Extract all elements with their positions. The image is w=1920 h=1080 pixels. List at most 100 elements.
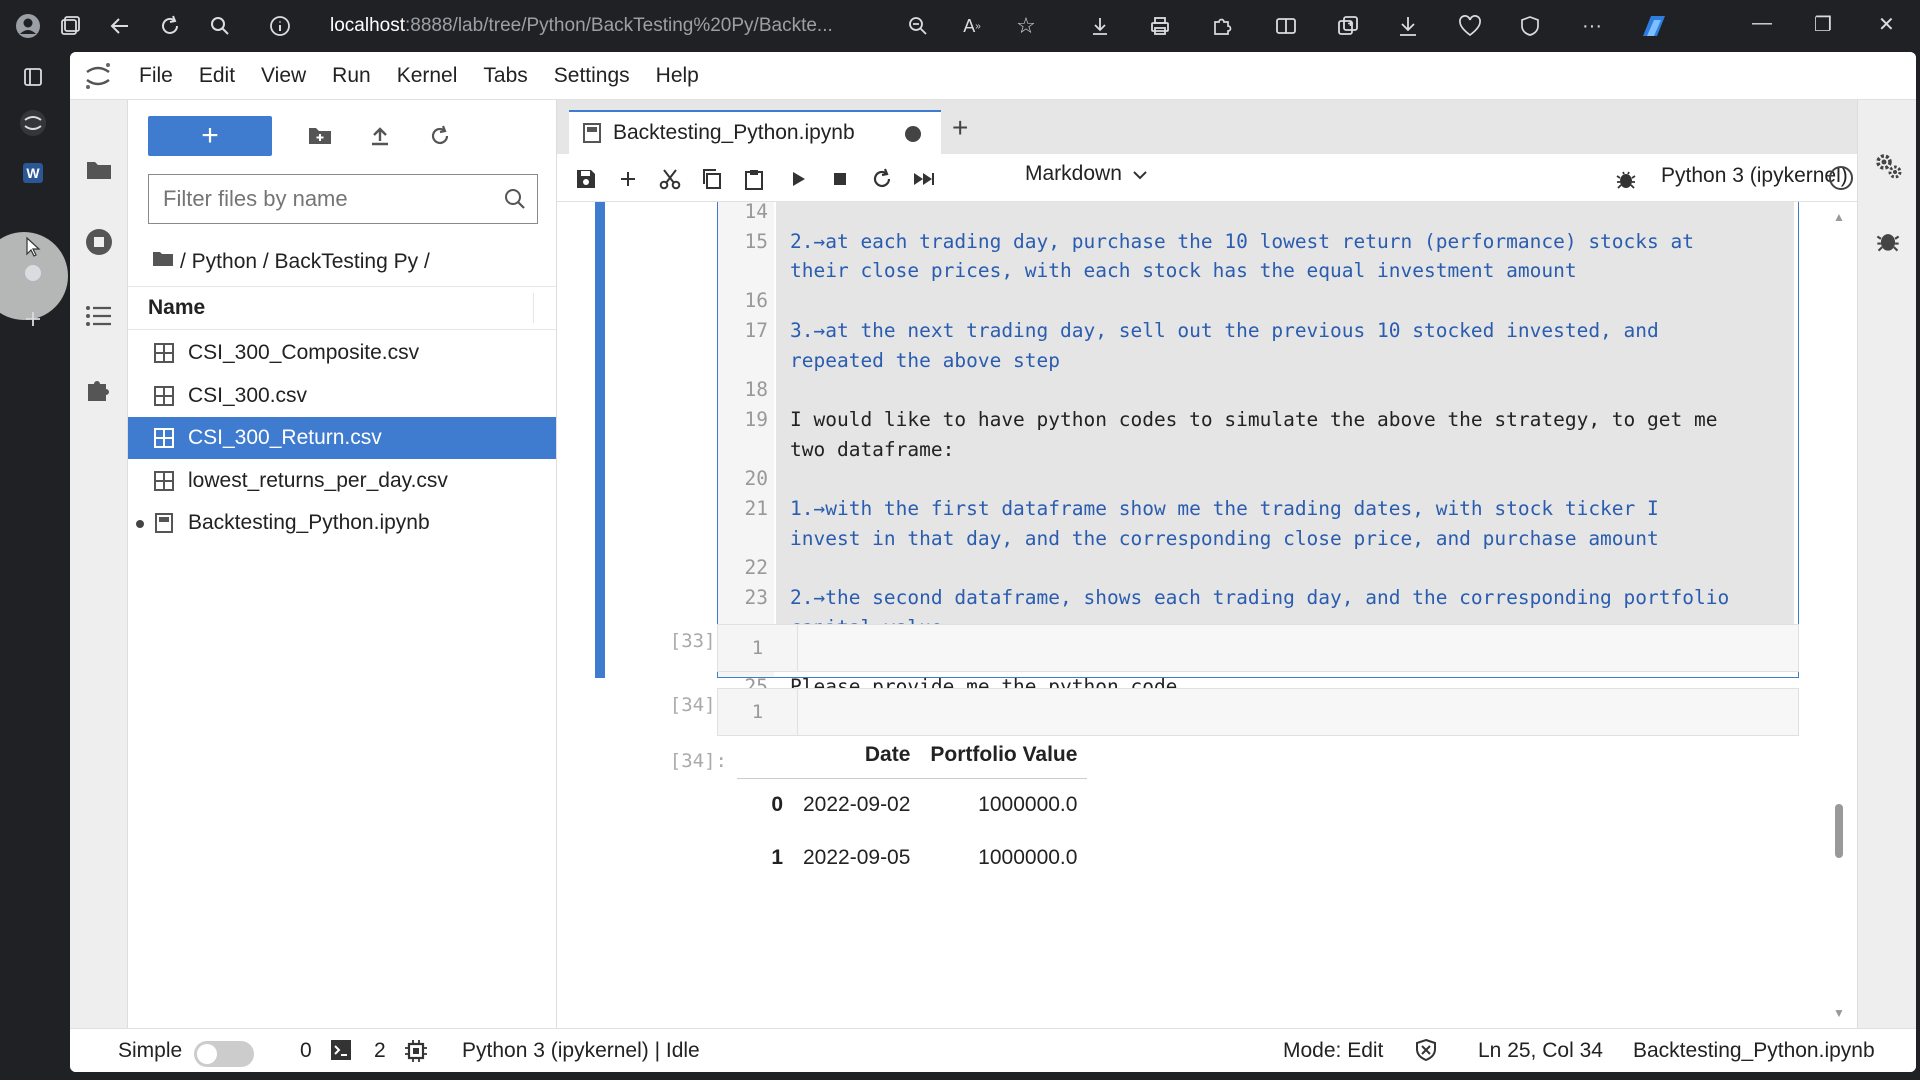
save-icon[interactable] xyxy=(571,164,601,194)
collections-icon[interactable] xyxy=(1334,12,1362,40)
menu-edit[interactable]: Edit xyxy=(186,64,248,88)
menu-kernel[interactable]: Kernel xyxy=(384,64,471,88)
split-screen-icon[interactable] xyxy=(1272,12,1300,40)
folder-icon[interactable] xyxy=(152,250,174,274)
cell-type-dropdown[interactable]: Markdown xyxy=(1025,162,1148,186)
file-row[interactable]: lowest_returns_per_day.csv xyxy=(128,460,556,502)
stop-icon[interactable] xyxy=(825,164,855,194)
file-row[interactable]: CSI_300.csv xyxy=(128,375,556,417)
extensions-puzzle-icon[interactable] xyxy=(79,370,119,410)
file-row[interactable]: CSI_300_Return.csv xyxy=(128,417,556,459)
jupyterlab-window: File Edit View Run Kernel Tabs Settings … xyxy=(70,52,1916,1072)
new-folder-icon[interactable] xyxy=(304,120,336,152)
code-cell[interactable]: 1 xyxy=(717,624,1799,672)
menu-file[interactable]: File xyxy=(126,64,186,88)
debugger-bug-icon[interactable] xyxy=(1868,220,1908,260)
line-number: 15 xyxy=(744,229,768,253)
site-info-icon[interactable] xyxy=(266,12,294,40)
table-of-contents-icon[interactable] xyxy=(79,296,119,336)
word-tab-icon[interactable]: W xyxy=(18,158,48,188)
copy-icon[interactable] xyxy=(697,164,727,194)
favorite-star-icon[interactable]: ☆ xyxy=(1012,12,1040,40)
download-icon[interactable] xyxy=(1086,12,1114,40)
scroll-down-arrow-icon[interactable]: ▼ xyxy=(1833,1006,1845,1020)
menu-settings[interactable]: Settings xyxy=(541,64,643,88)
jupyter-tab-icon[interactable] xyxy=(18,108,48,138)
refresh-icon[interactable] xyxy=(156,12,184,40)
terminal-count[interactable]: 0 xyxy=(300,1039,312,1063)
profile-avatar-icon[interactable] xyxy=(14,12,42,40)
kernel-status-text[interactable]: Python 3 (ipykernel) | Idle xyxy=(462,1039,700,1063)
editor-mode[interactable]: Mode: Edit xyxy=(1283,1039,1383,1063)
copilot-shield-icon[interactable] xyxy=(1516,12,1544,40)
vertical-tabs-icon[interactable] xyxy=(18,62,48,92)
simple-mode-toggle[interactable] xyxy=(194,1041,254,1067)
fast-forward-icon[interactable] xyxy=(909,164,939,194)
trusted-shield-icon[interactable] xyxy=(1414,1038,1438,1068)
more-menu-icon[interactable]: ··· xyxy=(1578,12,1606,40)
kernel-chip-icon[interactable] xyxy=(404,1039,428,1069)
run-icon[interactable] xyxy=(783,164,813,194)
name-column-label: Name xyxy=(148,296,206,319)
workspaces-icon[interactable] xyxy=(56,12,84,40)
code-cell[interactable]: 1 xyxy=(717,688,1799,736)
menu-view[interactable]: View xyxy=(248,64,319,88)
menu-help[interactable]: Help xyxy=(643,64,712,88)
read-aloud-icon[interactable]: A» xyxy=(958,12,986,40)
file-row[interactable]: CSI_300_Composite.csv xyxy=(128,332,556,374)
table-row: 1 2022-09-05 1000000.0 xyxy=(737,831,1087,884)
address-bar[interactable]: localhost:8888/lab/tree/Python/BackTesti… xyxy=(330,10,890,42)
markdown-cell-editor[interactable]: 14 15 2.→at each trading day, purchase the… xyxy=(717,202,1799,698)
print-icon[interactable] xyxy=(1146,12,1174,40)
name-column-header[interactable]: Name xyxy=(128,286,556,330)
kernel-status-icon[interactable] xyxy=(1829,166,1853,190)
browser-essentials-icon[interactable] xyxy=(1456,12,1484,40)
close-icon[interactable]: ✕ xyxy=(1878,12,1895,37)
active-cell-indicator[interactable] xyxy=(595,202,605,678)
scroll-thumb[interactable] xyxy=(1835,804,1843,858)
property-inspector-gears-icon[interactable] xyxy=(1868,146,1908,186)
date-cell: 2022-09-05 xyxy=(803,845,911,869)
kernel-count[interactable]: 2 xyxy=(374,1039,386,1063)
cut-icon[interactable] xyxy=(655,164,685,194)
line-number: 14 xyxy=(744,202,768,223)
new-tab-button[interactable]: + xyxy=(952,112,968,144)
copilot-icon[interactable] xyxy=(1636,12,1672,40)
zoom-icon[interactable] xyxy=(904,12,932,40)
menu-run[interactable]: Run xyxy=(319,64,384,88)
add-tab-icon[interactable] xyxy=(18,304,48,334)
downloads-icon[interactable] xyxy=(1394,12,1422,40)
github-tab-icon[interactable] xyxy=(18,258,48,288)
line-text: 2.→at each trading day, purchase the 10 … xyxy=(790,229,1694,253)
column-divider[interactable] xyxy=(533,293,534,323)
insert-cell-icon[interactable] xyxy=(613,164,643,194)
restart-icon[interactable] xyxy=(867,164,897,194)
search-icon[interactable] xyxy=(503,187,527,216)
file-row[interactable]: Backtesting_Python.ipynb xyxy=(128,502,556,544)
scroll-up-arrow-icon[interactable]: ▲ xyxy=(1833,210,1845,224)
cursor-position[interactable]: Ln 25, Col 34 xyxy=(1478,1039,1603,1063)
line-number: 1 xyxy=(718,625,798,671)
url-host: localhost xyxy=(330,15,405,36)
notebook-tab[interactable]: Backtesting_Python.ipynb xyxy=(569,110,941,154)
terminal-icon[interactable] xyxy=(330,1039,352,1067)
restore-icon[interactable]: ❐ xyxy=(1814,12,1832,37)
folder-icon[interactable] xyxy=(79,150,119,190)
line-text: 3.→at the next trading day, sell out the… xyxy=(790,318,1659,342)
extensions-icon[interactable] xyxy=(1208,12,1236,40)
new-launcher-button[interactable]: + xyxy=(148,116,272,156)
notebook-scrollbar[interactable]: ▲ ▼ xyxy=(1833,210,1845,1020)
unsaved-indicator[interactable] xyxy=(905,126,921,142)
upload-icon[interactable] xyxy=(364,120,396,152)
search-icon[interactable] xyxy=(206,12,234,40)
kernel-name[interactable]: Python 3 (ipykernel) xyxy=(1661,164,1848,188)
paste-icon[interactable] xyxy=(739,164,769,194)
breadcrumb-path[interactable]: / Python / BackTesting Py / xyxy=(180,250,430,274)
debugger-bug-icon[interactable] xyxy=(1611,164,1641,194)
menu-tabs[interactable]: Tabs xyxy=(470,64,540,88)
minimize-icon[interactable]: — xyxy=(1752,12,1772,35)
refresh-files-icon[interactable] xyxy=(424,120,456,152)
back-arrow-icon[interactable] xyxy=(106,12,134,40)
filter-files-input[interactable] xyxy=(149,175,489,223)
running-kernels-icon[interactable] xyxy=(79,222,119,262)
